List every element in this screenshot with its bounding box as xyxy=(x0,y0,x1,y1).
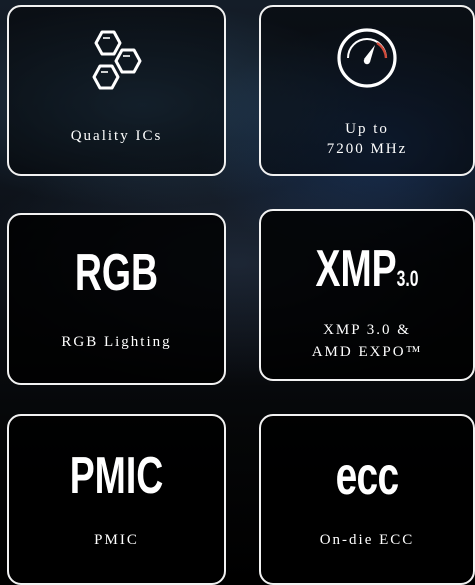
xmp-badge: XMP3.0 xyxy=(291,239,444,309)
xmp-badge-main: XMP xyxy=(315,240,397,298)
feature-card-speed: Up to 7200 MHz xyxy=(259,5,475,176)
feature-card-quality-ics: Quality ICs xyxy=(7,5,226,176)
feature-label-line-2: AMD EXPO™ xyxy=(311,344,423,360)
feature-label: RGB Lighting xyxy=(61,334,172,350)
feature-card-rgb: RGB RGB Lighting xyxy=(7,213,226,385)
feature-card-pmic: PMIC PMIC xyxy=(7,414,226,585)
feature-label: Quality ICs xyxy=(70,128,163,144)
rgb-badge: RGB xyxy=(74,244,159,302)
feature-label: On-die ECC xyxy=(319,532,415,548)
pmic-badge: PMIC xyxy=(69,447,164,505)
feature-card-ecc: ecc On-die ECC xyxy=(259,414,475,585)
ecc-badge: ecc xyxy=(335,446,399,506)
xmp-badge-version: 3.0 xyxy=(396,266,419,292)
speedometer-icon xyxy=(261,25,473,91)
feature-label-line-2: 7200 MHz xyxy=(326,141,408,157)
feature-label: PMIC xyxy=(94,532,139,548)
hexagon-cluster-icon xyxy=(9,27,224,107)
feature-label-line-1: XMP 3.0 & xyxy=(323,322,411,338)
feature-label-line-1: Up to xyxy=(345,121,389,137)
feature-card-xmp: XMP3.0 XMP 3.0 & AMD EXPO™ xyxy=(259,209,475,381)
